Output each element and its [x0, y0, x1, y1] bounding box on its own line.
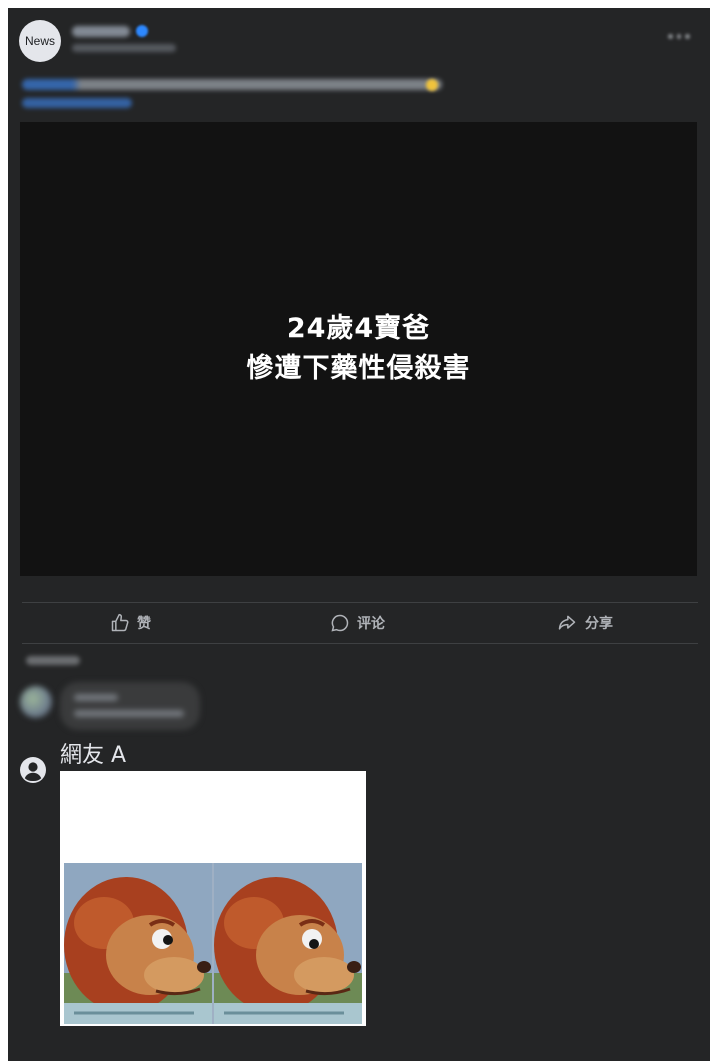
- comment-button[interactable]: 评论: [330, 610, 385, 636]
- page-name-blurred[interactable]: [72, 26, 130, 37]
- more-options-icon[interactable]: [668, 34, 691, 40]
- user-avatar-icon: [20, 757, 46, 783]
- actions-top-divider: [22, 602, 698, 603]
- video-title-line2: 慘遭下藥性侵殺害: [246, 353, 471, 384]
- page-avatar[interactable]: News: [19, 20, 61, 62]
- comment-label: 评论: [357, 616, 385, 632]
- monkey-puppet-right-icon: [214, 863, 362, 1024]
- comment-bubble-icon: [331, 614, 349, 632]
- page-avatar-text: News: [24, 34, 55, 48]
- post-card: News 24歲4寶爸 慘遭下藥性侵殺害 赞 评论 分享 網友 A: [8, 8, 710, 1061]
- thumbs-up-icon: [111, 613, 129, 632]
- share-button[interactable]: 分享: [556, 610, 613, 636]
- video-title-line1: 24歲4寶爸: [286, 313, 431, 344]
- verified-badge-icon: [136, 25, 148, 37]
- comment-meme-image[interactable]: [60, 771, 366, 1026]
- comment-sort-blurred[interactable]: [26, 656, 80, 665]
- commenter-name[interactable]: 網友 A: [60, 737, 126, 769]
- post-caption-blurred: [22, 79, 442, 90]
- monkey-puppet-left-icon: [64, 863, 212, 1024]
- caption-emoji-icon: [426, 79, 438, 91]
- share-label: 分享: [585, 616, 613, 632]
- actions-bottom-divider: [22, 643, 698, 644]
- monkey-puppet-meme-photo: [64, 863, 362, 1024]
- like-button[interactable]: 赞: [110, 610, 151, 636]
- post-caption-link-blurred[interactable]: [22, 98, 132, 108]
- post-timestamp-blurred[interactable]: [72, 44, 176, 52]
- blurred-comment-bubble: [60, 682, 200, 730]
- like-label: 赞: [137, 616, 151, 632]
- blurred-commenter-avatar: [20, 686, 52, 718]
- video-player[interactable]: 24歲4寶爸 慘遭下藥性侵殺害: [20, 122, 697, 576]
- share-arrow-icon: [558, 615, 576, 630]
